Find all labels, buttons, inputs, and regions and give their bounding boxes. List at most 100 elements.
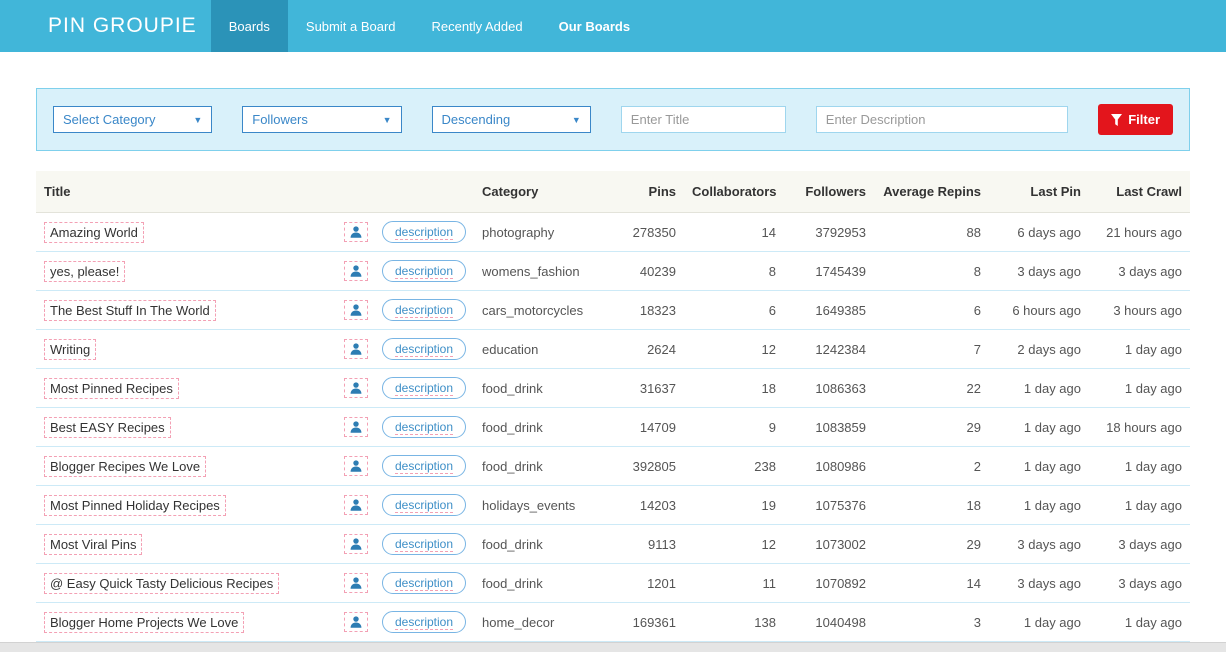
collaborators-link[interactable] — [344, 573, 368, 593]
collaborators-cell: 138 — [684, 603, 784, 642]
header-last-crawl[interactable]: Last Crawl — [1089, 171, 1190, 213]
board-title-link[interactable]: Most Viral Pins — [44, 534, 142, 555]
last-crawl-cell: 1 day ago — [1089, 603, 1190, 642]
description-search-input[interactable] — [816, 106, 1068, 133]
collaborators-link[interactable] — [344, 417, 368, 437]
collaborators-link[interactable] — [344, 378, 368, 398]
board-title-link[interactable]: Most Pinned Recipes — [44, 378, 179, 399]
last-pin-cell: 1 day ago — [989, 486, 1089, 525]
board-title-link[interactable]: Best EASY Recipes — [44, 417, 171, 438]
navbar: PIN GROUPIE Boards Submit a Board Recent… — [0, 0, 1226, 52]
collaborators-cell: 238 — [684, 447, 784, 486]
description-button[interactable]: description — [382, 533, 466, 555]
category-cell: food_drink — [474, 564, 604, 603]
description-cell: description — [374, 564, 474, 603]
category-cell: food_drink — [474, 447, 604, 486]
icon-cell — [336, 408, 374, 447]
board-title-link[interactable]: The Best Stuff In The World — [44, 300, 216, 321]
description-button[interactable]: description — [382, 416, 466, 438]
last-pin-cell: 2 days ago — [989, 330, 1089, 369]
pins-cell: 169361 — [604, 603, 684, 642]
description-cell: description — [374, 213, 474, 252]
collaborators-link[interactable] — [344, 534, 368, 554]
header-last-pin[interactable]: Last Pin — [989, 171, 1089, 213]
table-row: Most Pinned Holiday Recipes description … — [36, 486, 1190, 525]
collaborators-link[interactable] — [344, 339, 368, 359]
description-button[interactable]: description — [382, 338, 466, 360]
person-icon — [349, 303, 363, 317]
average-repins-cell: 3 — [874, 603, 989, 642]
icon-cell — [336, 291, 374, 330]
title-cell: Blogger Home Projects We Love — [36, 603, 336, 642]
description-button[interactable]: description — [382, 611, 466, 633]
category-cell: food_drink — [474, 408, 604, 447]
pins-cell: 392805 — [604, 447, 684, 486]
last-crawl-cell: 3 days ago — [1089, 525, 1190, 564]
category-cell: photography — [474, 213, 604, 252]
board-title-link[interactable]: @ Easy Quick Tasty Delicious Recipes — [44, 573, 279, 594]
description-button[interactable]: description — [382, 572, 466, 594]
description-cell: description — [374, 330, 474, 369]
nav-item-boards[interactable]: Boards — [211, 0, 288, 52]
title-search-input[interactable] — [621, 106, 786, 133]
sort-field-select[interactable]: Followers ▼ — [242, 106, 401, 133]
followers-cell: 1242384 — [784, 330, 874, 369]
table-row: @ Easy Quick Tasty Delicious Recipes des… — [36, 564, 1190, 603]
page-bottom-strip — [0, 642, 1226, 652]
category-select[interactable]: Select Category ▼ — [53, 106, 212, 133]
header-category[interactable]: Category — [474, 171, 604, 213]
description-button[interactable]: description — [382, 377, 466, 399]
description-button[interactable]: description — [382, 221, 466, 243]
description-cell: description — [374, 291, 474, 330]
category-cell: education — [474, 330, 604, 369]
collaborators-link[interactable] — [344, 456, 368, 476]
description-cell: description — [374, 603, 474, 642]
icon-cell — [336, 330, 374, 369]
table-row: Most Pinned Recipes description food_dri… — [36, 369, 1190, 408]
collaborators-cell: 14 — [684, 213, 784, 252]
collaborators-link[interactable] — [344, 300, 368, 320]
board-title-link[interactable]: Most Pinned Holiday Recipes — [44, 495, 226, 516]
collaborators-link[interactable] — [344, 612, 368, 632]
header-average-repins[interactable]: Average Repins — [874, 171, 989, 213]
nav-item-our-boards[interactable]: Our Boards — [541, 0, 649, 52]
brand-logo[interactable]: PIN GROUPIE — [48, 0, 197, 52]
board-title-link[interactable]: Writing — [44, 339, 96, 360]
nav-item-recently-added[interactable]: Recently Added — [414, 0, 541, 52]
chevron-down-icon: ▼ — [193, 115, 202, 125]
description-button[interactable]: description — [382, 299, 466, 321]
board-title-link[interactable]: Amazing World — [44, 222, 144, 243]
sort-order-select[interactable]: Descending ▼ — [432, 106, 591, 133]
nav-item-submit-a-board[interactable]: Submit a Board — [288, 0, 414, 52]
collaborators-link[interactable] — [344, 495, 368, 515]
header-followers[interactable]: Followers — [784, 171, 874, 213]
header-pins[interactable]: Pins — [604, 171, 684, 213]
table-row: yes, please! description womens_fashion … — [36, 252, 1190, 291]
followers-cell: 1080986 — [784, 447, 874, 486]
title-cell: Blogger Recipes We Love — [36, 447, 336, 486]
pins-cell: 40239 — [604, 252, 684, 291]
collaborators-link[interactable] — [344, 222, 368, 242]
icon-cell — [336, 447, 374, 486]
last-crawl-cell: 3 hours ago — [1089, 291, 1190, 330]
description-button[interactable]: description — [382, 494, 466, 516]
header-collaborators[interactable]: Collaborators — [684, 171, 784, 213]
person-icon — [349, 420, 363, 434]
filter-button[interactable]: Filter — [1098, 104, 1173, 135]
board-title-link[interactable]: yes, please! — [44, 261, 125, 282]
header-title[interactable]: Title — [36, 171, 336, 213]
board-title-link[interactable]: Blogger Recipes We Love — [44, 456, 206, 477]
description-cell: description — [374, 525, 474, 564]
collaborators-link[interactable] — [344, 261, 368, 281]
board-title-link[interactable]: Blogger Home Projects We Love — [44, 612, 244, 633]
description-button[interactable]: description — [382, 260, 466, 282]
last-pin-cell: 1 day ago — [989, 408, 1089, 447]
icon-cell — [336, 369, 374, 408]
filter-button-label: Filter — [1128, 112, 1160, 127]
pins-cell: 9113 — [604, 525, 684, 564]
description-button[interactable]: description — [382, 455, 466, 477]
table-row: Writing description education 2624 12 12… — [36, 330, 1190, 369]
icon-cell — [336, 603, 374, 642]
category-cell: food_drink — [474, 525, 604, 564]
pins-cell: 278350 — [604, 213, 684, 252]
